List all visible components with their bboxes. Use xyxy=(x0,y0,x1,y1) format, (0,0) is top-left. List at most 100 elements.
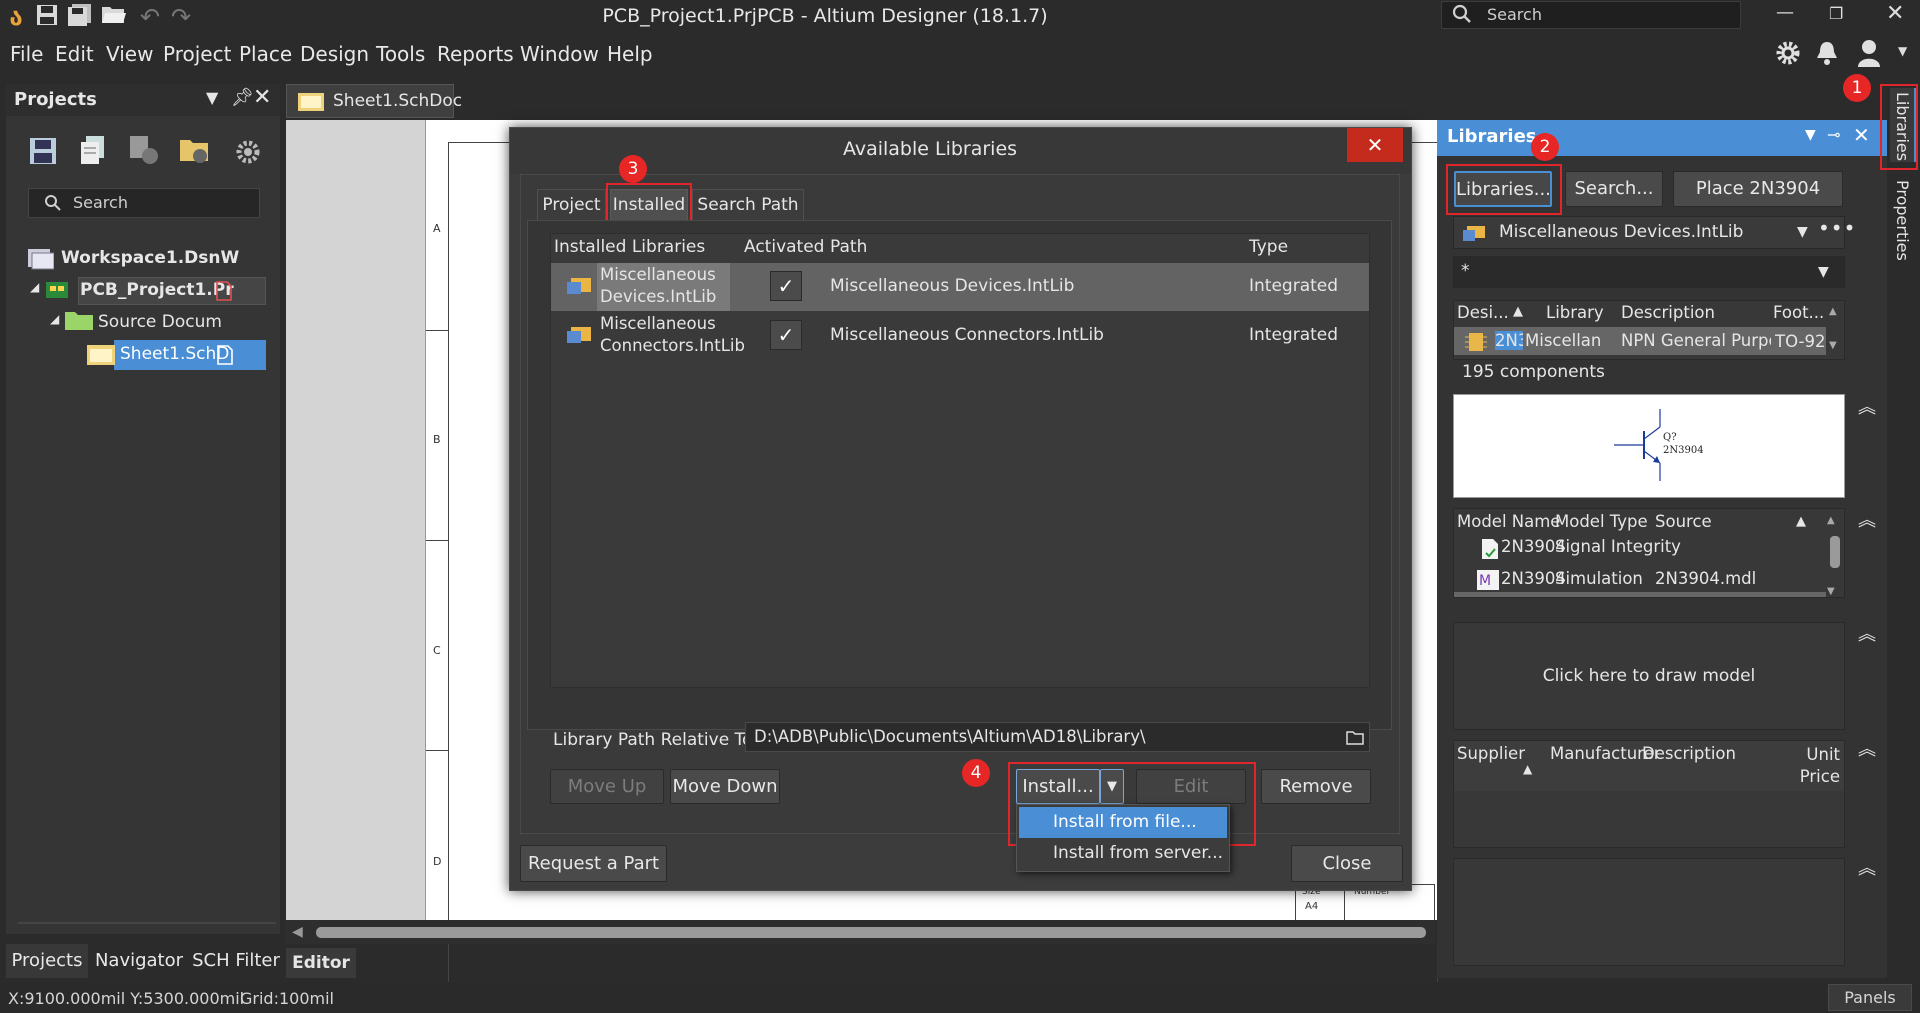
menu-view[interactable]: View xyxy=(106,42,153,66)
tab-navigator[interactable]: Navigator xyxy=(91,944,187,978)
filter-dropdown-arrow-icon[interactable]: ▼ xyxy=(1818,264,1829,280)
folder-icon xyxy=(64,308,94,336)
request-part-button[interactable]: Request a Part xyxy=(520,845,667,882)
menu-help[interactable]: Help xyxy=(607,42,653,66)
global-search-input[interactable]: Search xyxy=(1441,1,1741,29)
menu-edit[interactable]: Edit xyxy=(55,42,94,66)
activated-checkbox[interactable]: ✓ xyxy=(770,271,802,301)
add-existing-icon[interactable] xyxy=(178,134,210,170)
scrollbar-thumb[interactable] xyxy=(316,927,1426,938)
gear-icon[interactable] xyxy=(1775,40,1801,70)
move-down-button[interactable]: Move Down xyxy=(670,769,780,804)
side-tab-properties-label: Properties xyxy=(1893,180,1912,261)
scroll-up-icon[interactable]: ▲ xyxy=(1829,306,1837,317)
menu-reports[interactable]: Reports xyxy=(437,42,514,66)
status-bar: X:9100.000mil Y:5300.000mil Grid:100mil … xyxy=(0,982,1920,1013)
col-library: Library xyxy=(1546,303,1604,322)
tab-sch-filter[interactable]: SCH Filter xyxy=(190,944,282,978)
pin-icon[interactable]: ⊸ xyxy=(1827,125,1840,144)
zone-letter-b: B xyxy=(433,433,441,446)
component-filter-input[interactable] xyxy=(1453,256,1845,288)
sort-arrow-icon[interactable]: ▲ xyxy=(1523,762,1532,776)
row-library-type: Integrated xyxy=(1249,276,1339,296)
document-tab[interactable]: Sheet1.SchDoc xyxy=(286,84,462,118)
minimize-button[interactable]: — xyxy=(1776,2,1794,23)
col-source: Source xyxy=(1655,512,1712,531)
collapse-icon[interactable]: ︽ xyxy=(1858,735,1876,761)
sort-arrow-icon[interactable]: ▲ xyxy=(1513,304,1523,319)
step-badge-2: 2 xyxy=(1531,133,1559,161)
scroll-down-icon[interactable]: ▼ xyxy=(1827,586,1835,597)
libraries-panel: Libraries ▼ ⊸ ✕ 2 Libraries... Search...… xyxy=(1437,120,1887,978)
compile-icon[interactable] xyxy=(78,134,108,170)
menu-window[interactable]: Window xyxy=(520,42,599,66)
zone-tick xyxy=(426,750,448,751)
collapse-icon[interactable]: ︽ xyxy=(1858,506,1876,532)
collapse-icon[interactable]: ︽ xyxy=(1858,854,1876,880)
step-badge-1: 1 xyxy=(1843,74,1871,102)
col-type: Type xyxy=(1249,237,1289,257)
draw-model-text[interactable]: Click here to draw model xyxy=(1453,666,1845,686)
expand-arrow-icon[interactable]: ◢ xyxy=(50,312,59,326)
bell-icon[interactable] xyxy=(1815,40,1839,70)
table-row-partial[interactable] xyxy=(1454,592,1826,597)
menu-design[interactable]: Design xyxy=(300,42,369,66)
search-icon xyxy=(1452,4,1472,28)
col-path: Path xyxy=(830,237,868,257)
dialog-close-button[interactable]: ✕ xyxy=(1347,128,1403,162)
menu-install-from-server[interactable]: Install from server... xyxy=(1019,838,1227,869)
collapse-icon[interactable]: ︽ xyxy=(1858,393,1876,419)
menu-project[interactable]: Project xyxy=(163,42,231,66)
close-panel-icon[interactable]: ✕ xyxy=(1853,123,1870,147)
search-icon xyxy=(44,194,62,216)
user-menu-arrow-icon[interactable]: ▼ xyxy=(1898,44,1907,58)
pin-icon[interactable]: 📌︎ xyxy=(231,87,254,108)
col-unit-price: Unit Price xyxy=(1799,745,1840,786)
scroll-down-icon[interactable]: ▼ xyxy=(1829,340,1837,351)
browse-folder-icon[interactable] xyxy=(1346,729,1364,749)
dialog-close-text-button[interactable]: Close xyxy=(1291,845,1403,882)
menu-install-from-file[interactable]: Install from file... xyxy=(1019,807,1227,838)
close-panel-icon[interactable]: ✕ xyxy=(253,85,271,110)
tab-editor[interactable]: Editor xyxy=(286,948,356,978)
tree-item-workspace[interactable]: Workspace1.DsnW xyxy=(61,248,239,268)
horizontal-scrollbar[interactable]: ◀ xyxy=(286,920,1436,944)
scroll-left-icon[interactable]: ◀ xyxy=(292,924,303,940)
tab-search-path[interactable]: Search Path xyxy=(692,189,804,222)
panel-settings-gear-icon[interactable] xyxy=(234,138,262,170)
tab-projects[interactable]: Projects xyxy=(6,944,88,978)
search-libraries-button[interactable]: Search... xyxy=(1565,171,1663,207)
move-up-button[interactable]: Move Up xyxy=(550,769,664,804)
projects-search-input[interactable]: Search xyxy=(28,188,260,218)
scroll-up-icon[interactable]: ▲ xyxy=(1827,515,1835,526)
side-tab-properties[interactable]: Properties xyxy=(1890,176,1917,264)
sort-arrow-icon[interactable]: ▲ xyxy=(1796,514,1806,529)
menu-file[interactable]: File xyxy=(10,42,43,66)
zone-letter-d: D xyxy=(433,855,442,868)
menu-tools[interactable]: Tools xyxy=(376,42,425,66)
panel-menu-arrow-icon[interactable]: ▼ xyxy=(206,88,218,107)
activated-checkbox[interactable]: ✓ xyxy=(770,320,802,350)
collapse-icon[interactable]: ︽ xyxy=(1858,620,1876,646)
scrollbar-thumb[interactable] xyxy=(1830,536,1840,568)
dropdown-arrow-icon[interactable]: ▼ xyxy=(1797,224,1808,240)
remove-button[interactable]: Remove xyxy=(1261,769,1371,804)
tree-item-sheet1[interactable]: Sheet1.SchD xyxy=(120,344,229,364)
panel-menu-arrow-icon[interactable]: ▼ xyxy=(1805,127,1816,143)
library-path-field[interactable]: D:\ADB\Public\Documents\Altium\AD18\Libr… xyxy=(745,722,1370,752)
user-avatar-icon[interactable] xyxy=(1855,38,1883,72)
close-window-button[interactable]: ✕ xyxy=(1886,1,1904,26)
tree-item-source-documents[interactable]: Source Docum xyxy=(98,312,222,332)
restore-button[interactable]: ❐ xyxy=(1829,4,1843,23)
place-component-button[interactable]: Place 2N3904 xyxy=(1673,171,1843,207)
project-options-icon[interactable] xyxy=(128,134,160,170)
save-project-icon[interactable] xyxy=(28,136,58,170)
expand-arrow-icon[interactable]: ◢ xyxy=(30,280,39,294)
intlib-icon xyxy=(1463,222,1487,248)
menu-place[interactable]: Place xyxy=(239,42,292,66)
simulation-icon: M xyxy=(1477,568,1501,594)
panels-button[interactable]: Panels xyxy=(1828,984,1912,1011)
tab-project[interactable]: Project xyxy=(537,189,606,222)
tree-item-project[interactable]: PCB_Project1.Pr xyxy=(80,280,234,300)
more-options-icon[interactable]: ••• xyxy=(1818,216,1856,240)
